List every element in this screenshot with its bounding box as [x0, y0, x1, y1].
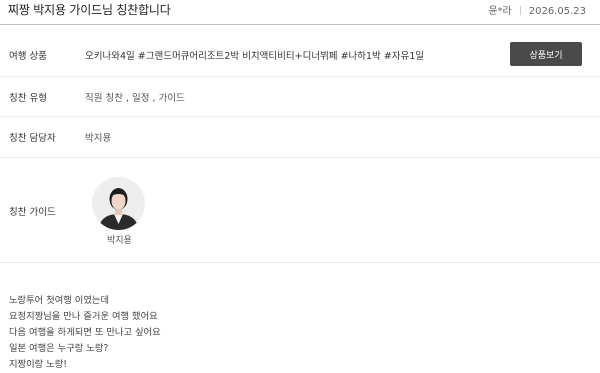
- product-label: 여행 상품: [9, 51, 47, 62]
- row-divider: [0, 157, 600, 158]
- praise-type-value: 직원 칭찬 , 일정 , 가이드: [85, 93, 185, 104]
- view-product-button[interactable]: 상품보기: [510, 42, 582, 66]
- product-value: 오키나와4일 #그랜드머큐어리조트2박 비치액티비티+디너뷔페 #나하1박 #자…: [85, 51, 425, 62]
- row-divider: [0, 76, 600, 77]
- header-divider: [0, 24, 600, 25]
- guide-avatar: [92, 177, 145, 230]
- review-body: 노랑투어 첫여행 이였는데 요정지짱님을 만나 즐거운 여행 했어요 다음 여행…: [9, 293, 161, 373]
- review-line: 요정지짱님을 만나 즐거운 여행 했어요: [9, 311, 158, 322]
- guide-name: 박지용: [107, 236, 132, 246]
- review-line: 노랑투어 첫여행 이였는데: [9, 295, 109, 306]
- post-date: 2026.05.23: [528, 6, 586, 17]
- author-name: 윤*라: [488, 6, 512, 17]
- review-line: 일본 여행은 누구랑 노랑?: [9, 343, 109, 354]
- page-header: 찌짱 박지용 가이드님 칭찬합니다 윤*라 2026.05.23: [0, 0, 600, 22]
- praise-type-label: 칭찬 유형: [9, 93, 47, 104]
- post-title: 찌짱 박지용 가이드님 칭찬합니다: [8, 3, 171, 17]
- row-divider: [0, 116, 600, 117]
- praise-guide-label: 칭찬 가이드: [9, 207, 56, 218]
- guide-portrait-icon: [92, 177, 145, 230]
- row-divider: [0, 262, 600, 263]
- meta-divider: [519, 6, 521, 15]
- praise-staff-label: 칭찬 담당자: [9, 133, 56, 144]
- review-line: 다음 여행을 하게되면 또 만나고 싶어요: [9, 327, 161, 338]
- praise-staff-value: 박지용: [85, 133, 112, 144]
- post-meta: 윤*라 2026.05.23: [488, 2, 586, 17]
